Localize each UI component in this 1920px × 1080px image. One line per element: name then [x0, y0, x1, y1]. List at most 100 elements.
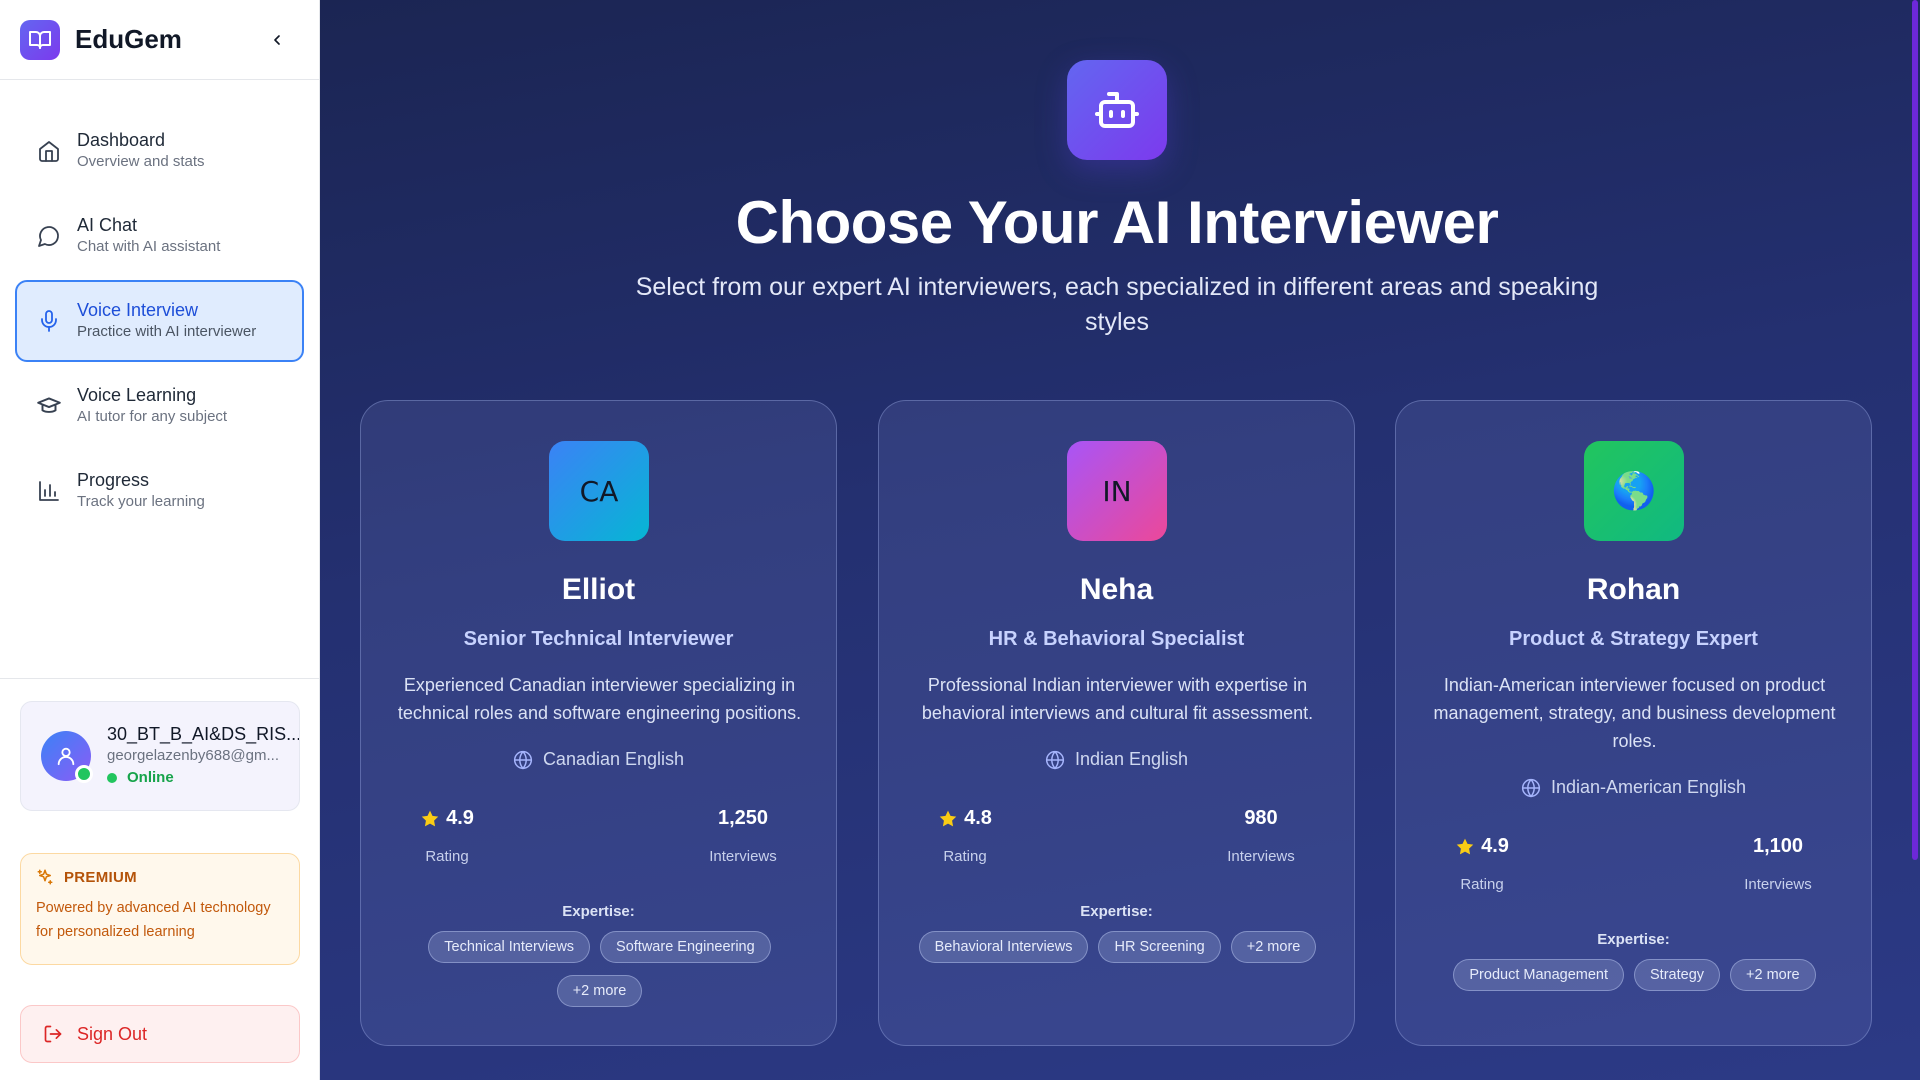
interviews-value: 980 — [1244, 807, 1278, 829]
premium-title: PREMIUM — [64, 868, 137, 886]
language-label: Indian-American English — [1550, 777, 1747, 797]
status-label: Online — [127, 769, 174, 786]
interviewer-role: Product & Strategy Expert — [1509, 628, 1758, 650]
interviews-stat: 1,100 Interviews — [1698, 835, 1858, 893]
interviewer-description: Experienced Canadian interviewer special… — [397, 675, 802, 723]
sidebar-item-ai-chat[interactable]: AI Chat Chat with AI assistant — [15, 195, 304, 277]
rating-stat: 4.9 Rating — [367, 807, 527, 865]
more-tags-badge[interactable]: +2 more — [1230, 931, 1317, 963]
globe-icon — [1521, 778, 1541, 797]
rating-label: Rating — [425, 848, 469, 865]
sidebar-item-sublabel: Overview and stats — [77, 153, 205, 170]
status-dot — [107, 773, 117, 783]
sidebar-footer: 30_BT_B_AI&DS_RIS... georgelazenby688@gm… — [0, 678, 320, 1063]
scrollbar[interactable] — [1910, 0, 1920, 1080]
sidebar-item-voice-learning[interactable]: Voice Learning AI tutor for any subject — [15, 365, 304, 447]
expertise-label: Expertise: — [1080, 903, 1153, 920]
sidebar: EduGem Dashboard Overview and stats AI C… — [0, 0, 320, 1080]
sidebar-item-dashboard[interactable]: Dashboard Overview and stats — [15, 110, 304, 192]
interviews-label: Interviews — [1744, 876, 1812, 893]
interviewer-language: Indian English — [879, 749, 1354, 770]
premium-banner: PREMIUM Powered by advanced AI technolog… — [20, 853, 300, 965]
chat-bubble-icon — [35, 222, 63, 250]
user-name: 30_BT_B_AI&DS_RIS... — [107, 724, 299, 744]
interviewer-avatar: IN — [1067, 441, 1167, 541]
page-subtitle: Select from our expert AI interviewers, … — [635, 273, 1599, 336]
interviews-value: 1,100 — [1752, 835, 1804, 857]
sign-out-button[interactable]: Sign Out — [20, 1005, 300, 1063]
logout-icon — [44, 1025, 62, 1043]
star-icon — [421, 810, 439, 826]
graduation-cap-icon — [35, 392, 63, 420]
microphone-icon — [35, 307, 63, 335]
interviewer-avatar: CA — [549, 441, 649, 541]
main-content: Choose Your AI Interviewer Select from o… — [320, 0, 1920, 1080]
sidebar-item-sublabel: Practice with AI interviewer — [77, 323, 257, 340]
interviewer-card-rohan[interactable]: 🌎 Rohan Product & Strategy Expert Indian… — [1395, 400, 1872, 1046]
globe-icon — [513, 750, 533, 769]
interviewer-name: Neha — [1079, 573, 1154, 606]
interviews-label: Interviews — [709, 848, 777, 865]
expertise-tag: Behavioral Interviews — [918, 931, 1089, 963]
sidebar-item-label: Voice Learning — [77, 385, 197, 405]
sidebar-item-progress[interactable]: Progress Track your learning — [15, 450, 304, 532]
interviewer-card-neha[interactable]: IN Neha HR & Behavioral Specialist Profe… — [878, 400, 1355, 1046]
online-indicator — [75, 765, 93, 783]
avatar — [41, 731, 93, 783]
user-icon — [57, 747, 75, 766]
rating-value: 4.9 — [446, 807, 474, 829]
rating-label: Rating — [1460, 876, 1504, 893]
sidebar-item-label: Voice Interview — [77, 300, 199, 320]
interviews-stat: 980 Interviews — [1181, 807, 1341, 865]
expertise-label: Expertise: — [562, 903, 635, 920]
rating-value: 4.9 — [1481, 835, 1509, 857]
sign-out-label: Sign Out — [77, 1023, 148, 1044]
interviewer-card-elliot[interactable]: CA Elliot Senior Technical Interviewer E… — [360, 400, 837, 1046]
sidebar-item-sublabel: Track your learning — [77, 493, 205, 510]
interviewer-name: Rohan — [1586, 573, 1681, 606]
scrollbar-thumb[interactable] — [1912, 0, 1918, 860]
more-tags-badge[interactable]: +2 more — [1730, 959, 1816, 991]
expertise-tag: Strategy — [1634, 959, 1721, 991]
sidebar-item-sublabel: AI tutor for any subject — [77, 408, 228, 425]
interviewer-role: Senior Technical Interviewer — [463, 628, 734, 650]
premium-text: Powered by advanced AI technology for pe… — [36, 900, 271, 940]
user-card[interactable]: 30_BT_B_AI&DS_RIS... georgelazenby688@gm… — [20, 701, 300, 811]
app-name: EduGem — [75, 24, 182, 54]
bar-chart-icon — [35, 477, 63, 505]
interviewer-name: Elliot — [561, 573, 636, 606]
expertise-tag: Technical Interviews — [428, 931, 591, 963]
globe-icon — [1045, 750, 1065, 769]
expertise-tags: Behavioral Interviews HR Screening +2 mo… — [909, 931, 1326, 963]
star-icon — [1456, 838, 1474, 854]
sidebar-item-voice-interview[interactable]: Voice Interview Practice with AI intervi… — [15, 280, 304, 362]
status-badge: Online — [107, 766, 299, 790]
interviewer-description: Professional Indian interviewer with exp… — [921, 675, 1314, 723]
sidebar-item-label: Dashboard — [77, 130, 166, 150]
star-icon — [939, 810, 957, 826]
sidebar-header: EduGem — [0, 0, 319, 80]
interviewer-description: Indian-American interviewer focused on p… — [1433, 675, 1836, 751]
expertise-tag: Software Engineering — [600, 931, 771, 963]
rating-stat: 4.8 Rating — [885, 807, 1045, 865]
interviewer-language: Canadian English — [361, 749, 836, 770]
language-label: Indian English — [1074, 749, 1189, 769]
expertise-tag: HR Screening — [1098, 931, 1221, 963]
sidebar-nav: Dashboard Overview and stats AI Chat Cha… — [0, 80, 319, 532]
home-icon — [35, 137, 63, 165]
expertise-tags: Product Management Strategy +2 more — [1426, 959, 1843, 991]
chevron-left-icon[interactable] — [265, 28, 289, 52]
globe-emoji-avatar: 🌎 — [1584, 441, 1684, 541]
expertise-tags: Technical Interviews Software Engineerin… — [391, 931, 808, 1007]
robot-icon — [1067, 60, 1167, 160]
interviewer-role: HR & Behavioral Specialist — [988, 628, 1245, 650]
expertise-label: Expertise: — [1597, 931, 1670, 948]
user-email: georgelazenby688@gm... — [107, 747, 280, 764]
more-tags-badge[interactable]: +2 more — [556, 975, 643, 1007]
page-title: Choose Your AI Interviewer — [735, 189, 1499, 256]
sparkles-icon — [37, 869, 53, 885]
interviews-label: Interviews — [1227, 848, 1295, 865]
book-open-icon — [20, 19, 60, 60]
interviewer-language: Indian-American English — [1396, 777, 1871, 798]
rating-label: Rating — [943, 848, 987, 865]
